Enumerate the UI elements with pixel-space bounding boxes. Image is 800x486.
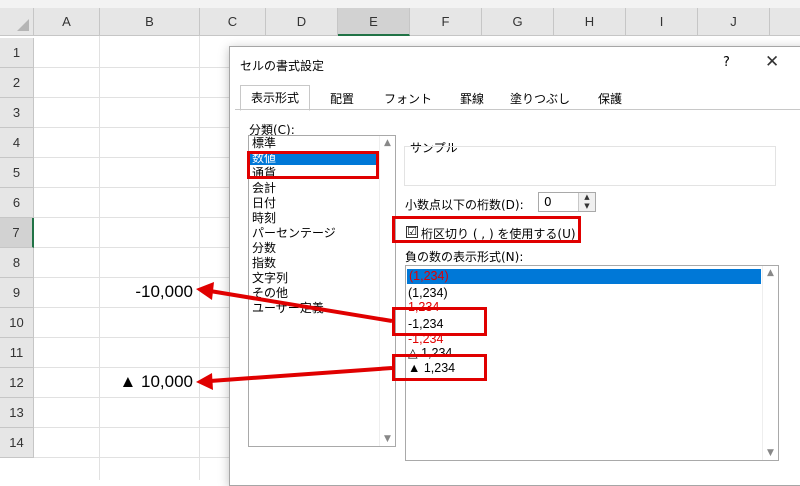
annotation-arrows xyxy=(196,282,393,390)
arrow-to-b12 xyxy=(209,366,393,383)
arrow-head-b12 xyxy=(196,373,213,390)
arrow-to-b9 xyxy=(209,289,393,323)
arrow-head-b9 xyxy=(196,282,214,300)
